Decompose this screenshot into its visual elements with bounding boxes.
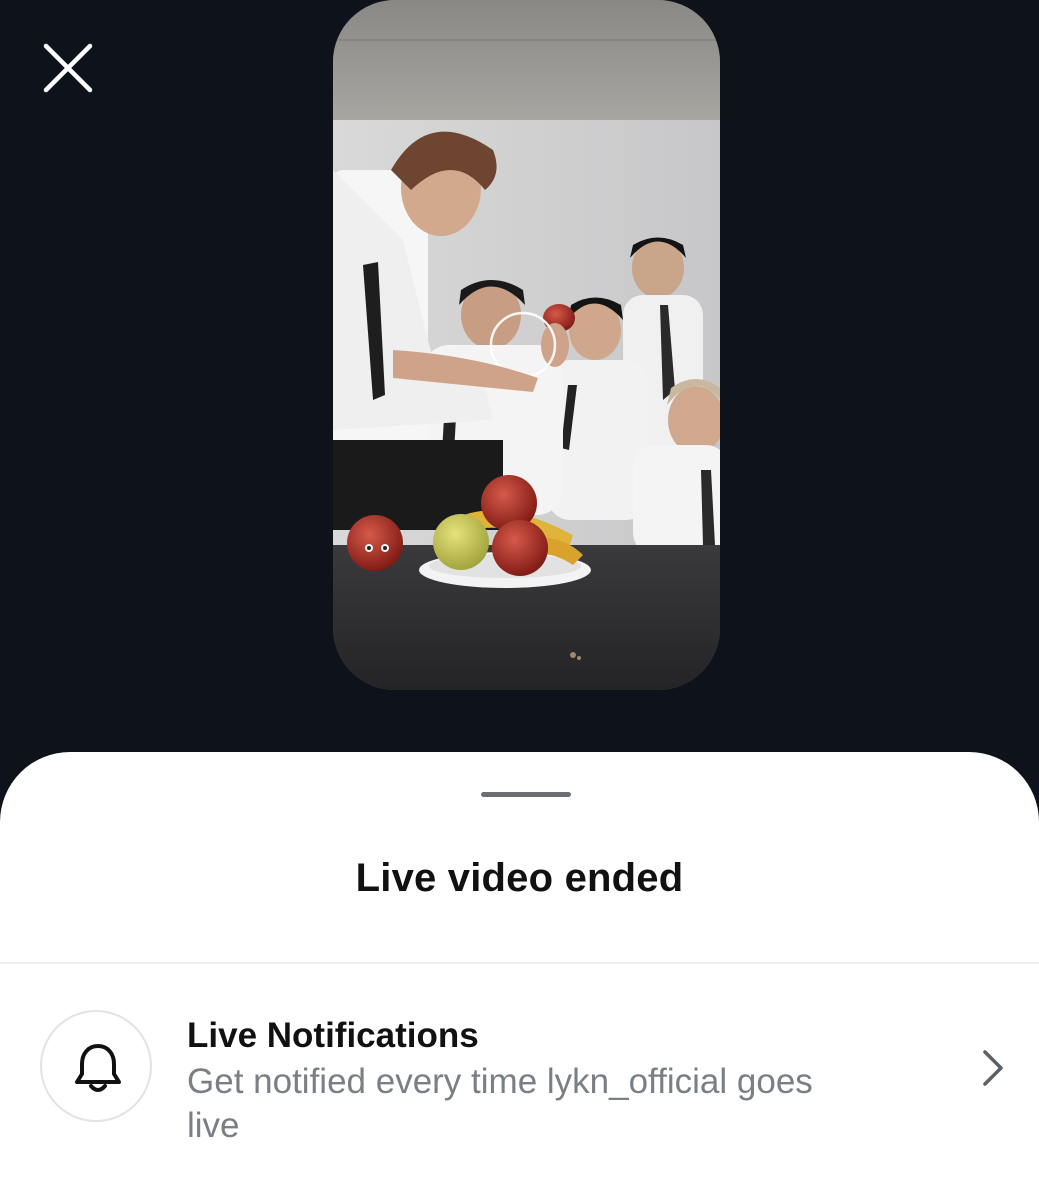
close-button[interactable]: [38, 38, 98, 98]
video-thumbnail-image: [333, 0, 720, 690]
live-notifications-row[interactable]: Live Notifications Get notified every ti…: [0, 964, 1039, 1164]
close-icon: [43, 43, 93, 93]
live-notifications-title: Live Notifications: [187, 1016, 479, 1055]
bell-icon: [75, 1044, 121, 1092]
sheet-grabber[interactable]: [481, 792, 571, 797]
bell-icon-circle: [40, 1010, 152, 1122]
live-ended-screen: Live video ended Live Notifications Get …: [0, 0, 1039, 1200]
bottom-sheet: Live video ended Live Notifications Get …: [0, 752, 1039, 1200]
chevron-right-icon: [983, 1050, 1003, 1086]
sheet-title: Live video ended: [355, 856, 684, 900]
live-notifications-description: Get notified every time lykn_official go…: [187, 1062, 813, 1145]
live-video-preview[interactable]: [333, 0, 720, 690]
